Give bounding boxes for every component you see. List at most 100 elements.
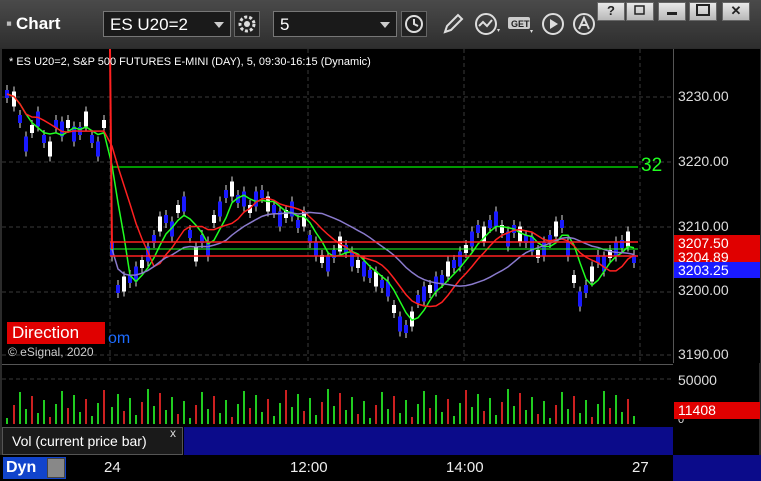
volume-bar	[369, 418, 371, 424]
volume-bar	[73, 395, 75, 424]
volume-bar	[489, 398, 491, 424]
candle	[590, 266, 594, 282]
volume-bar	[363, 401, 365, 424]
volume-bar	[441, 412, 443, 424]
candle	[30, 125, 34, 133]
symbol-input[interactable]: ES U20=2	[103, 11, 231, 37]
volume-bar	[405, 400, 407, 424]
volume-bar	[321, 402, 323, 424]
candle	[536, 250, 540, 258]
study-icon[interactable]	[473, 11, 503, 37]
candle	[458, 251, 462, 267]
interval-input[interactable]: 5	[273, 11, 397, 37]
time-label: 24	[104, 459, 121, 476]
close-button[interactable]: ✕	[722, 2, 750, 21]
window-menu-icon[interactable]: ▪	[6, 14, 12, 33]
volume-bar	[615, 395, 617, 424]
volume-bar	[195, 405, 197, 424]
hline-label: 32	[641, 155, 663, 176]
volume-bar	[31, 396, 33, 424]
volume-bar	[567, 409, 569, 424]
volume-bar	[159, 393, 161, 424]
volume-bar	[471, 407, 473, 424]
candle	[272, 205, 276, 213]
gear-icon	[238, 15, 256, 33]
volume-bar	[13, 405, 15, 424]
volume-bar	[411, 417, 413, 424]
volume-bar	[465, 390, 467, 424]
candle	[392, 305, 396, 313]
play-icon[interactable]	[540, 11, 566, 37]
volume-bar	[315, 415, 317, 424]
volume-bar	[597, 404, 599, 424]
candles	[5, 85, 636, 338]
candle	[296, 220, 300, 228]
clock-icon	[405, 15, 423, 33]
candle	[24, 136, 28, 152]
candle	[428, 285, 432, 293]
candle	[164, 215, 168, 223]
candle	[380, 280, 384, 288]
symbol-dropdown-icon[interactable]	[214, 22, 224, 28]
close-study-icon[interactable]: x	[170, 426, 176, 440]
volume-bar	[201, 392, 203, 424]
volume-bar	[399, 413, 401, 424]
candle	[218, 201, 222, 217]
restore-button[interactable]	[626, 2, 654, 21]
volume-bar	[357, 414, 359, 424]
volume-bar	[525, 410, 527, 424]
volume-bar	[171, 397, 173, 424]
candle	[440, 275, 444, 283]
minimize-button[interactable]	[658, 2, 686, 21]
candle	[176, 205, 180, 213]
volume-bar	[495, 415, 497, 424]
title-bar: ▪ Chart ES U20=2 5 GET ? ✕	[0, 0, 761, 48]
volume-bar	[111, 407, 113, 424]
volume-bar	[219, 413, 221, 424]
volume-bar	[135, 415, 137, 424]
volume-bar	[513, 406, 515, 424]
pencil-icon[interactable]	[440, 11, 466, 37]
volume-bar	[177, 414, 179, 424]
volume-bar	[345, 410, 347, 424]
candle	[224, 190, 228, 198]
help-button[interactable]: ?	[597, 2, 625, 21]
lock-icon[interactable]	[47, 458, 65, 478]
volume-bar	[243, 391, 245, 424]
candle	[554, 221, 558, 237]
volume-bar	[477, 394, 479, 424]
volume-bar	[375, 405, 377, 424]
volume-bar	[91, 416, 93, 424]
volume-bar	[213, 396, 215, 424]
price-chart[interactable]	[2, 49, 673, 363]
alert-icon[interactable]	[571, 11, 597, 37]
volume-bar	[393, 396, 395, 424]
maximize-button[interactable]	[689, 2, 717, 21]
get-data-icon[interactable]: GET	[506, 11, 536, 37]
candle	[42, 135, 46, 143]
candle	[488, 220, 492, 228]
volume-bar	[459, 403, 461, 424]
interval-dropdown-icon[interactable]	[380, 22, 390, 28]
volume-study-label[interactable]: Vol (current price bar)	[2, 427, 183, 455]
volume-bar	[237, 404, 239, 424]
time-button[interactable]	[401, 11, 427, 37]
corner-box	[673, 455, 761, 481]
candle	[560, 220, 564, 228]
volume-bar	[453, 416, 455, 424]
candle	[36, 111, 40, 127]
volume-bar	[249, 408, 251, 424]
volume-chart	[2, 378, 673, 424]
price-tick: 3230.00	[678, 88, 729, 104]
study-bar	[184, 427, 673, 455]
restore-icon	[634, 5, 645, 15]
volume-bar	[603, 391, 605, 424]
candle	[626, 231, 630, 247]
maximize-icon	[696, 4, 710, 16]
settings-gear-button[interactable]	[234, 11, 260, 37]
grid-lines	[2, 49, 673, 363]
volume-bar	[85, 399, 87, 424]
volume-bar	[297, 394, 299, 424]
volume-bar	[25, 409, 27, 424]
candle	[434, 276, 438, 292]
